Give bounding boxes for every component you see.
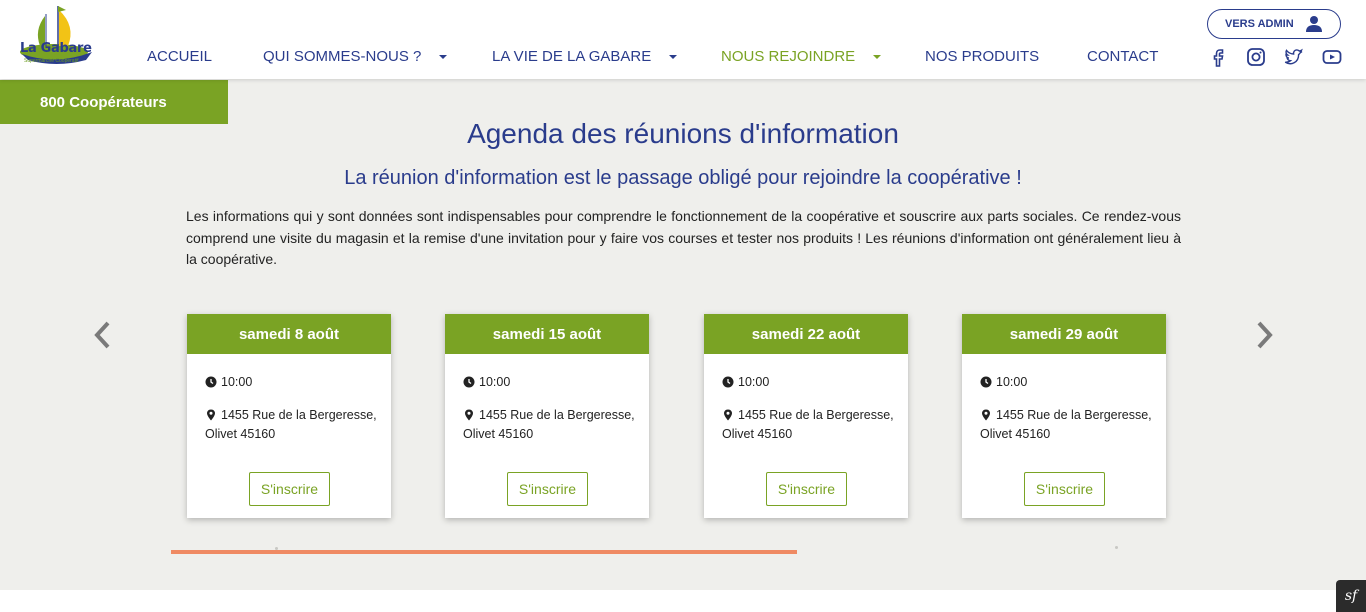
carousel-prev-button[interactable] <box>91 320 115 350</box>
meeting-card: samedi 8 août 10:00 1455 Rue de la Berge… <box>187 314 391 518</box>
meeting-address-row: 1455 Rue de la Bergeresse, <box>722 406 894 425</box>
meeting-address-line2: Olivet 45160 <box>205 427 276 441</box>
nav-label: NOUS REJOINDRE <box>721 48 856 65</box>
register-button[interactable]: S'inscrire <box>249 472 330 506</box>
meeting-address: 1455 Rue de la Bergeresse, <box>996 406 1152 425</box>
nav-label: CONTACT <box>1087 48 1159 65</box>
map-marker-icon <box>465 409 473 421</box>
meeting-time: 10:00 <box>221 375 253 389</box>
twitter-icon[interactable] <box>1284 47 1304 67</box>
meeting-time-row: 10:00 <box>722 373 769 392</box>
meeting-card: samedi 22 août 10:00 1455 Rue de la Berg… <box>704 314 908 518</box>
clock-icon <box>722 376 734 388</box>
nav-qui-sommes-nous[interactable]: QUI SOMMES-NOUS ? <box>263 48 448 65</box>
nav-nous-rejoindre[interactable]: NOUS REJOINDRE <box>721 48 882 65</box>
site-header: La Gabare Supermarché Coopératif ACCUEIL… <box>0 0 1366 79</box>
logo-name: La Gabare <box>20 41 92 56</box>
chevron-right-icon <box>1257 321 1273 349</box>
youtube-icon[interactable] <box>1322 47 1342 67</box>
meeting-address-row: 1455 Rue de la Bergeresse, <box>463 406 635 425</box>
admin-button-label: VERS ADMIN <box>1225 18 1294 30</box>
meeting-address-line2: Olivet 45160 <box>463 427 534 441</box>
meeting-address-line1: 1455 Rue de la Bergeresse, <box>738 408 894 422</box>
meeting-card: samedi 15 août 10:00 1455 Rue de la Berg… <box>445 314 649 518</box>
clock-icon <box>463 376 475 388</box>
clock-icon <box>980 376 992 388</box>
nav-label: LA VIE DE LA GABARE <box>492 48 652 65</box>
meeting-address: 1455 Rue de la Bergeresse, <box>479 406 635 425</box>
meeting-address-line2: Olivet 45160 <box>980 427 1051 441</box>
register-button[interactable]: S'inscrire <box>1024 472 1105 506</box>
meeting-time-row: 10:00 <box>980 373 1027 392</box>
register-button[interactable]: S'inscrire <box>766 472 847 506</box>
carousel-progress-bar <box>171 550 797 554</box>
nav-nos-produits[interactable]: NOS PRODUITS <box>925 48 1039 65</box>
nav-label: QUI SOMMES-NOUS ? <box>263 48 422 65</box>
caret-down-icon <box>873 54 882 59</box>
social-links <box>1208 47 1342 67</box>
nav-vie-gabare[interactable]: LA VIE DE LA GABARE <box>492 48 678 65</box>
facebook-icon[interactable] <box>1208 47 1228 67</box>
meeting-address-row: 1455 Rue de la Bergeresse, <box>205 406 377 425</box>
nav-contact[interactable]: CONTACT <box>1087 48 1158 65</box>
meeting-date: samedi 8 août <box>187 314 391 354</box>
meeting-time-row: 10:00 <box>463 373 510 392</box>
meeting-address-line1: 1455 Rue de la Bergeresse, <box>221 408 377 422</box>
meeting-time-row: 10:00 <box>205 373 252 392</box>
carousel-next-button[interactable] <box>1252 320 1276 350</box>
meeting-address-line2: Olivet 45160 <box>722 427 793 441</box>
meeting-address-line1: 1455 Rue de la Bergeresse, <box>996 408 1152 422</box>
footer-strip <box>0 590 1366 612</box>
meeting-time: 10:00 <box>479 375 511 389</box>
meeting-date: samedi 22 août <box>704 314 908 354</box>
background-speck <box>1115 546 1118 549</box>
nav-accueil[interactable]: ACCUEIL <box>147 48 212 65</box>
meeting-date: samedi 29 août <box>962 314 1166 354</box>
page-subtitle: La réunion d'information est le passage … <box>344 167 1022 189</box>
symfony-debug-icon[interactable]: sf <box>1336 580 1366 612</box>
background-speck <box>275 547 278 550</box>
meeting-time: 10:00 <box>738 375 770 389</box>
cooperators-count-badge: 800 Coopérateurs <box>0 80 228 124</box>
register-button[interactable]: S'inscrire <box>507 472 588 506</box>
chevron-left-icon <box>94 321 110 349</box>
map-marker-icon <box>207 409 215 421</box>
meeting-address-line1: 1455 Rue de la Bergeresse, <box>479 408 635 422</box>
meeting-address: 1455 Rue de la Bergeresse, <box>738 406 894 425</box>
admin-button[interactable]: VERS ADMIN <box>1207 9 1341 39</box>
user-icon <box>1306 16 1322 32</box>
meeting-date: samedi 15 août <box>445 314 649 354</box>
nav-label: ACCUEIL <box>147 48 213 65</box>
caret-down-icon <box>669 54 678 59</box>
caret-down-icon <box>439 54 448 59</box>
clock-icon <box>205 376 217 388</box>
meeting-address: 1455 Rue de la Bergeresse, <box>221 406 377 425</box>
map-marker-icon <box>982 409 990 421</box>
logo-tagline: Supermarché Coopératif <box>24 58 79 64</box>
meeting-card: samedi 29 août 10:00 1455 Rue de la Berg… <box>962 314 1166 518</box>
nav-label: NOS PRODUITS <box>925 48 1040 65</box>
meeting-address-row: 1455 Rue de la Bergeresse, <box>980 406 1152 425</box>
page-description: Les informations qui y sont données sont… <box>186 208 1181 267</box>
map-marker-icon <box>724 409 732 421</box>
instagram-icon[interactable] <box>1246 47 1266 67</box>
meeting-time: 10:00 <box>996 375 1028 389</box>
